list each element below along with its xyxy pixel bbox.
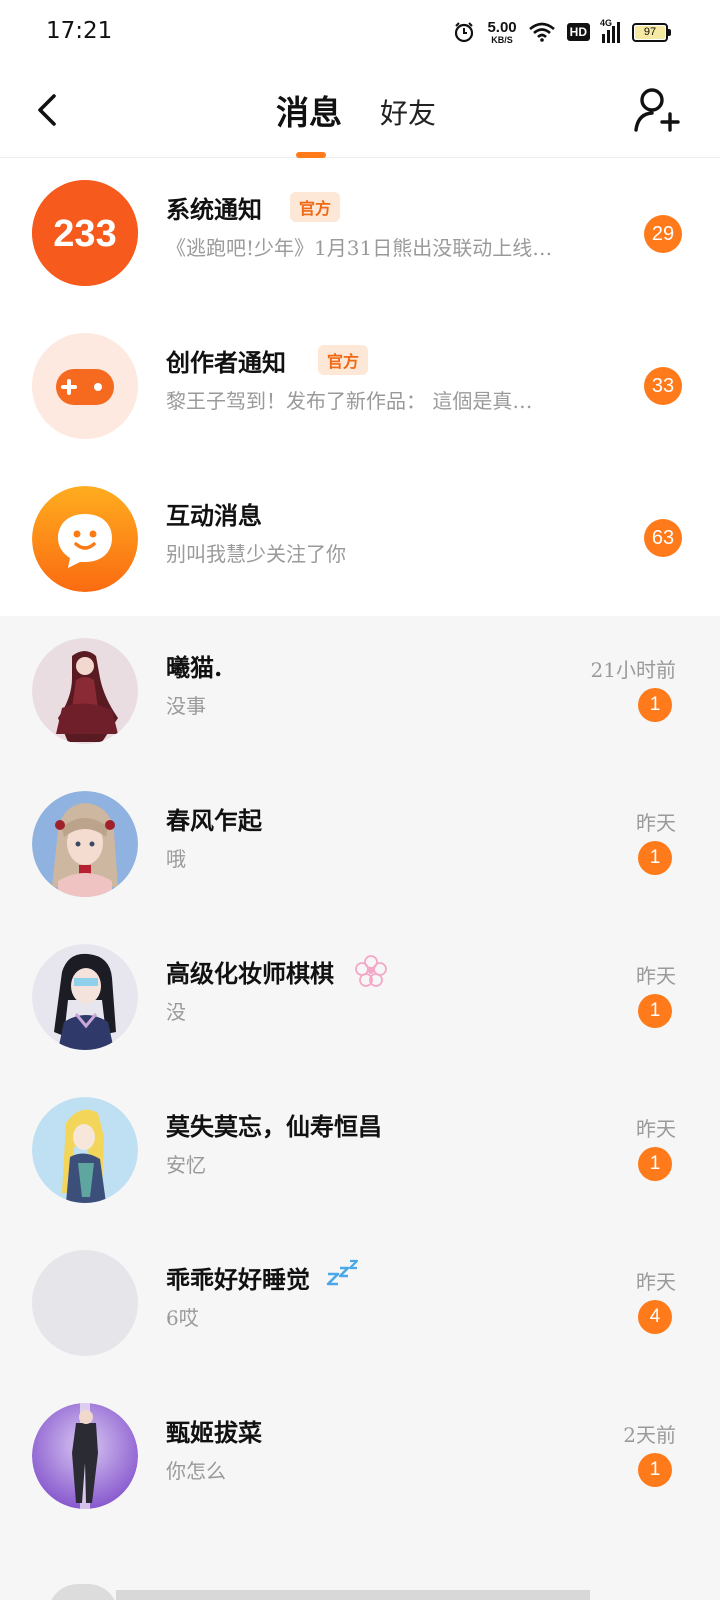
tab-messages[interactable]: 消息 bbox=[276, 86, 342, 134]
status-time: 17:21 bbox=[46, 18, 113, 44]
row-subtitle: 《逃跑吧!少年》1月31日熊出没联动上线… bbox=[166, 236, 553, 260]
unread-badge: 1 bbox=[638, 688, 672, 722]
creator-notice-row[interactable]: 创作者通知 官方 黎王子驾到！发布了新作品： 這個是真… 33 bbox=[0, 311, 720, 461]
conversation-row[interactable]: 莫失莫忘，仙寿恒昌 安忆 昨天 1 bbox=[0, 1075, 720, 1225]
unread-badge: 1 bbox=[638, 841, 672, 875]
row-subtitle: 别叫我慧少关注了你 bbox=[166, 542, 346, 566]
avatar bbox=[32, 944, 138, 1050]
contact-name: 甄姬拔菜 bbox=[166, 1418, 262, 1447]
unread-badge: 1 bbox=[638, 1453, 672, 1487]
official-tag: 官方 bbox=[290, 192, 341, 222]
conversation-row[interactable]: 春风乍起 哦 昨天 1 bbox=[0, 769, 720, 919]
hd-badge: HD bbox=[566, 23, 590, 41]
net-speed-value: 5.00 bbox=[487, 18, 517, 36]
chat-bubble-icon bbox=[32, 486, 138, 592]
status-bar: 17:21 5.00 KB/S HD 4G 97 bbox=[0, 0, 720, 62]
flower-icon bbox=[355, 955, 387, 987]
avatar bbox=[32, 791, 138, 897]
wifi-icon bbox=[528, 22, 555, 42]
message-time: 昨天 bbox=[636, 964, 676, 988]
contact-name: 乖乖好好睡觉 bbox=[166, 1265, 310, 1294]
row-title: 系统通知 bbox=[166, 195, 262, 224]
conversation-row[interactable]: 乖乖好好睡觉 6哎 昨天 4 bbox=[0, 1228, 720, 1378]
avatar bbox=[32, 1097, 138, 1203]
last-message: 没 bbox=[166, 1000, 186, 1024]
conversation-list: 曦猫. 没事 21小时前 1 春风乍起 哦 昨天 1 高级化妆师棋棋 没 昨天 … bbox=[0, 616, 720, 1600]
avatar-placeholder bbox=[32, 1250, 138, 1356]
avatar bbox=[32, 1403, 138, 1509]
back-button[interactable] bbox=[30, 90, 66, 130]
message-time: 2天前 bbox=[623, 1423, 676, 1447]
last-message: 没事 bbox=[166, 694, 206, 718]
contact-name: 莫失莫忘，仙寿恒昌 bbox=[166, 1112, 382, 1141]
net-speed: 5.00 KB/S bbox=[487, 20, 516, 45]
battery-level: 97 bbox=[643, 26, 657, 38]
battery-icon: 97 bbox=[632, 22, 671, 42]
interaction-notice-row[interactable]: 互动消息 别叫我慧少关注了你 63 bbox=[0, 464, 720, 614]
contact-name: 春风乍起 bbox=[166, 806, 262, 835]
last-message: 6哎 bbox=[166, 1306, 199, 1330]
message-time: 昨天 bbox=[636, 1270, 676, 1294]
contact-name: 高级化妆师棋棋 bbox=[166, 959, 334, 988]
row-subtitle: 黎王子驾到！发布了新作品： 這個是真… bbox=[166, 389, 533, 413]
message-time: 昨天 bbox=[636, 811, 676, 835]
unread-count-badge: 33 bbox=[644, 367, 682, 405]
conversation-row[interactable]: 甄姬拔菜 你怎么 2天前 1 bbox=[0, 1381, 720, 1531]
tab-friends[interactable]: 好友 bbox=[380, 92, 436, 132]
system-notifications: 233 系统通知 官方 《逃跑吧!少年》1月31日熊出没联动上线… 29 创作者… bbox=[0, 158, 720, 616]
official-tag: 官方 bbox=[318, 345, 369, 375]
message-time: 21小时前 bbox=[590, 658, 676, 682]
conversation-row[interactable]: 曦猫. 没事 21小时前 1 bbox=[0, 616, 720, 766]
last-message: 你怎么 bbox=[166, 1459, 226, 1483]
last-message: 安忆 bbox=[166, 1153, 206, 1177]
gamepad-icon bbox=[32, 333, 138, 439]
next-row-peek bbox=[116, 1590, 590, 1600]
unread-badge: 4 bbox=[638, 1300, 672, 1334]
status-icons: 5.00 KB/S HD 4G 97 bbox=[453, 17, 671, 47]
sleep-zzz-icon bbox=[326, 1259, 359, 1286]
conversation-row[interactable]: 高级化妆师棋棋 没 昨天 1 bbox=[0, 922, 720, 1072]
unread-badge: 1 bbox=[638, 1147, 672, 1181]
row-title: 互动消息 bbox=[166, 501, 262, 530]
top-bar: 消息 好友 bbox=[0, 62, 720, 158]
network-type: 4G bbox=[600, 18, 613, 28]
signal-icon: 4G bbox=[600, 18, 620, 43]
contact-name: 曦猫. bbox=[166, 653, 223, 682]
message-time: 昨天 bbox=[636, 1117, 676, 1141]
unread-count-badge: 63 bbox=[644, 519, 682, 557]
row-title: 创作者通知 bbox=[166, 348, 286, 377]
last-message: 哦 bbox=[166, 847, 186, 871]
system-notice-row[interactable]: 233 系统通知 官方 《逃跑吧!少年》1月31日熊出没联动上线… 29 bbox=[0, 158, 720, 308]
unread-count-badge: 29 bbox=[644, 215, 682, 253]
unread-badge: 1 bbox=[638, 994, 672, 1028]
avatar bbox=[32, 638, 138, 744]
233-logo-icon: 233 bbox=[32, 180, 138, 286]
alarm-icon bbox=[455, 22, 474, 43]
net-speed-unit: KB/S bbox=[491, 34, 513, 45]
add-friend-button[interactable] bbox=[632, 86, 680, 134]
logo-text: 233 bbox=[53, 213, 116, 255]
